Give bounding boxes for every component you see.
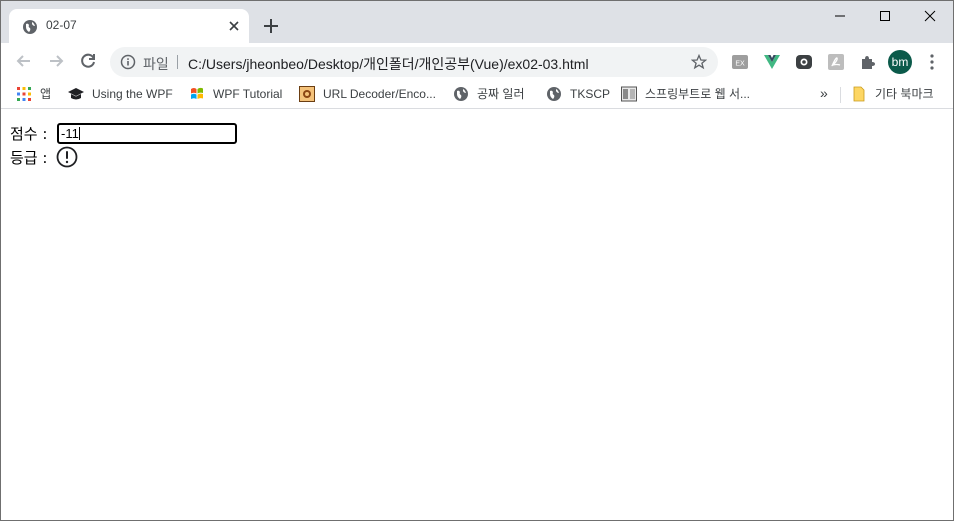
bookmark-using-wpf[interactable]: Using the WPF (68, 85, 173, 103)
ex-extension-icon[interactable]: EX (731, 53, 749, 71)
close-icon[interactable] (226, 18, 242, 34)
maximize-icon (880, 11, 890, 21)
bookmark-label: 스프링부트로 웹 서... (645, 86, 750, 101)
score-input[interactable]: -11 (57, 123, 237, 144)
bookmark-label: TKSCP (570, 86, 611, 101)
site-favicon-icon (299, 85, 315, 102)
graduation-cap-icon (68, 87, 84, 100)
globe-icon (547, 86, 561, 101)
minimize-icon (835, 15, 845, 17)
apps-grid-icon (17, 86, 31, 101)
bookmark-label: URL Decoder/Enco... (323, 86, 436, 101)
score-value: -11 (61, 126, 79, 141)
address-divider (177, 55, 178, 69)
bookmark-apps[interactable]: 앱 (16, 85, 51, 103)
book-favicon-icon (621, 86, 637, 102)
scheme-label: 파일 (143, 56, 169, 72)
back-arrow-icon[interactable] (14, 51, 34, 71)
record-icon[interactable] (795, 53, 813, 71)
new-tab-icon[interactable] (261, 16, 281, 36)
bookmark-tkscp[interactable]: TKSCP (546, 85, 610, 103)
maximize-button[interactable] (862, 1, 908, 31)
toolbar: 파일 C:/Users/jheonbeo/Desktop/개인폴더/개인공부(V… (1, 43, 953, 79)
pdf-icon[interactable] (827, 53, 845, 71)
tab-active[interactable]: 02-07 (9, 9, 249, 43)
exclamation-circle-icon (56, 146, 78, 168)
bookmark-label: 기타 북마크 (875, 86, 934, 101)
tab-title: 02-07 (46, 18, 77, 32)
bookmark-label: Using the WPF (92, 86, 173, 101)
bookmark-label: 앱 (40, 86, 52, 101)
text-caret (78, 127, 80, 140)
globe-icon (454, 86, 468, 101)
svg-text:EX: EX (735, 61, 745, 68)
address-bar[interactable]: 파일 C:/Users/jheonbeo/Desktop/개인폴더/개인공부(V… (110, 47, 718, 77)
vue-devtools-icon[interactable] (763, 53, 781, 71)
browser-window: 02-07 파일 C:/Users/jheonbeo/Desktop/개인폴더/… (0, 0, 954, 521)
star-icon[interactable] (691, 54, 707, 70)
folder-icon (853, 86, 865, 102)
close-window-button[interactable] (907, 1, 953, 31)
grade-label: 등급 : (10, 149, 48, 167)
bookmark-label: 공짜 일러 (477, 86, 525, 101)
bookmark-url-decoder[interactable]: URL Decoder/Enco... (299, 85, 436, 103)
more-menu-icon[interactable] (929, 54, 935, 70)
tab-strip: 02-07 (1, 1, 953, 43)
bookmark-label: WPF Tutorial (213, 86, 283, 101)
score-label: 점수 : (10, 125, 48, 143)
minimize-button[interactable] (817, 1, 863, 31)
forward-arrow-icon[interactable] (46, 51, 66, 71)
globe-icon (23, 20, 37, 34)
windows-logo-icon (191, 87, 203, 99)
bookmark-springboot[interactable]: 스프링부트로 웹 서... (621, 85, 750, 103)
reload-icon[interactable] (78, 51, 98, 71)
bookmark-other-folder[interactable]: 기타 북마크 (851, 85, 934, 103)
page-content: 점수 : -11 등급 : (1, 109, 953, 520)
bookmarks-divider (840, 87, 841, 103)
bookmarks-overflow[interactable]: » (820, 85, 828, 103)
puzzle-icon[interactable] (859, 53, 877, 71)
url-text[interactable]: C:/Users/jheonbeo/Desktop/개인폴더/개인공부(Vue)… (188, 54, 589, 74)
bookmark-wpf-tutorial[interactable]: WPF Tutorial (189, 85, 282, 103)
info-icon[interactable] (120, 54, 136, 70)
bookmark-free-illust[interactable]: 공짜 일러 (453, 85, 525, 103)
close-icon (924, 10, 936, 22)
profile-avatar[interactable]: bm (888, 50, 912, 74)
bookmarks-bar: 앱 Using the WPF WPF Tutorial URL Decoder… (1, 79, 953, 109)
